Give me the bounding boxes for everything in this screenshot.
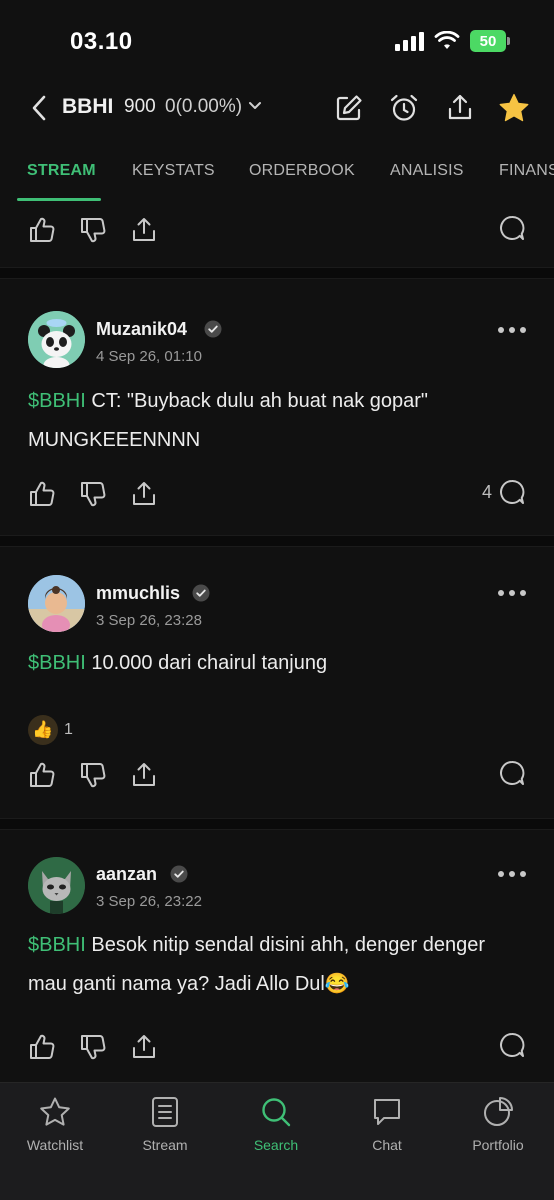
post-actions	[0, 210, 554, 250]
post-actions: 4	[0, 474, 554, 514]
cat-avatar-image	[28, 857, 85, 914]
verified-badge-icon	[204, 320, 222, 338]
thumbs-up-icon[interactable]	[28, 761, 56, 789]
ticker-symbol: BBHI	[62, 95, 114, 118]
battery-level: 50	[470, 30, 506, 52]
more-options-icon[interactable]	[498, 590, 526, 596]
share-icon[interactable]	[444, 92, 476, 124]
comment-icon[interactable]	[498, 1031, 526, 1059]
star-outline-icon	[40, 1097, 70, 1126]
stock-header: BBHI 900 0(0.00%)	[0, 84, 554, 134]
thumbs-down-icon[interactable]	[79, 216, 107, 244]
nav-chat[interactable]: Chat	[332, 1095, 442, 1153]
comment-icon[interactable]	[498, 478, 526, 506]
thumbs-up-reaction-icon: 👍	[28, 715, 58, 745]
nav-stream[interactable]: Stream	[110, 1095, 220, 1153]
post-timestamp: 3 Sep 26, 23:22	[96, 893, 202, 910]
more-options-icon[interactable]	[498, 327, 526, 333]
post-divider	[0, 267, 554, 279]
share-icon[interactable]	[130, 761, 158, 789]
active-tab-indicator	[17, 198, 101, 201]
nav-label: Stream	[142, 1137, 188, 1153]
thumbs-up-icon[interactable]	[28, 1033, 56, 1061]
tab-bar: STREAM KEYSTATS ORDERBOOK ANALISIS FINAN…	[0, 150, 554, 202]
more-options-icon[interactable]	[498, 871, 526, 877]
tab-finansial[interactable]: FINANSIAL	[499, 162, 554, 180]
tab-analisis[interactable]: ANALISIS	[390, 162, 464, 180]
post-text: 10.000 dari chairul tanjung	[85, 652, 328, 674]
nav-label: Search	[253, 1137, 299, 1153]
tab-keystats[interactable]: KEYSTATS	[132, 162, 215, 180]
chevron-down-icon[interactable]	[248, 98, 262, 114]
share-icon[interactable]	[130, 216, 158, 244]
thumbs-down-icon[interactable]	[79, 761, 107, 789]
comment-count: 4	[481, 481, 492, 502]
post-body: $BBHI CT: "Buyback dulu ah buat nak gopa…	[28, 382, 528, 460]
tab-stream[interactable]: STREAM	[27, 162, 96, 180]
post-text: CT: "Buyback dulu ah buat nak gopar" MUN…	[28, 390, 428, 451]
cashtag-link[interactable]: $BBHI	[28, 934, 86, 956]
cashtag-link[interactable]: $BBHI	[28, 652, 86, 674]
document-list-icon	[152, 1097, 178, 1127]
thumbs-up-icon[interactable]	[28, 480, 56, 508]
battery-icon: 50	[470, 30, 510, 52]
share-icon[interactable]	[130, 1033, 158, 1061]
thumbs-down-icon[interactable]	[79, 480, 107, 508]
stock-price: 900	[124, 96, 156, 117]
verified-badge-icon	[170, 865, 188, 883]
thumbs-up-icon[interactable]	[28, 216, 56, 244]
post-timestamp: 3 Sep 26, 23:28	[96, 612, 202, 629]
post-text: Besok nitip sendal disini ahh, denger de…	[28, 934, 485, 995]
nav-portfolio[interactable]: Portfolio	[443, 1095, 553, 1153]
reaction-count: 1	[64, 721, 73, 738]
post-actions	[0, 755, 554, 795]
avatar[interactable]	[28, 575, 85, 632]
cashtag-link[interactable]: $BBHI	[28, 390, 86, 412]
post-divider	[0, 818, 554, 830]
edit-icon[interactable]	[333, 92, 365, 124]
reaction-summary[interactable]: 👍 1	[28, 715, 73, 745]
comment-icon[interactable]	[498, 759, 526, 787]
post-body: $BBHI 10.000 dari chairul tanjung	[28, 644, 528, 683]
share-icon[interactable]	[130, 480, 158, 508]
post-card: aanzan 3 Sep 26, 23:22 $BBHI Besok nitip…	[0, 831, 554, 1082]
price-change: 0(0.00%)	[165, 96, 243, 117]
post-card: Muzanik04 4 Sep 26, 01:10 $BBHI CT: "Buy…	[0, 280, 554, 535]
post-username[interactable]: mmuchlis	[96, 583, 180, 604]
post-username[interactable]: aanzan	[96, 864, 157, 885]
post-body: $BBHI Besok nitip sendal disini ahh, den…	[28, 926, 528, 1004]
panda-avatar-image	[28, 311, 85, 368]
status-bar: 03.10 50	[0, 0, 554, 84]
back-icon[interactable]	[26, 92, 52, 124]
post-username[interactable]: Muzanik04	[96, 319, 187, 340]
verified-badge-icon	[192, 584, 210, 602]
post-actions	[0, 1027, 554, 1067]
wifi-icon	[434, 31, 460, 49]
nav-label: Chat	[372, 1137, 402, 1153]
nav-watchlist[interactable]: Watchlist	[0, 1095, 110, 1153]
pie-chart-icon	[484, 1097, 513, 1126]
cellular-signal-icon	[395, 31, 424, 51]
avatar[interactable]	[28, 857, 85, 914]
thumbs-down-icon[interactable]	[79, 1033, 107, 1061]
avatar[interactable]	[28, 311, 85, 368]
status-time: 03.10	[70, 28, 133, 55]
nav-search[interactable]: Search	[221, 1095, 331, 1153]
post-timestamp: 4 Sep 26, 01:10	[96, 348, 202, 365]
tab-orderbook[interactable]: ORDERBOOK	[249, 162, 355, 180]
bottom-navigation: Watchlist Stream Search Chat Portfolio	[0, 1082, 554, 1200]
search-icon	[262, 1098, 291, 1127]
child-photo-avatar-image	[28, 575, 85, 632]
star-favorite-icon[interactable]	[498, 92, 530, 124]
comment-icon[interactable]	[498, 214, 526, 242]
post-divider	[0, 535, 554, 547]
post-card: mmuchlis 3 Sep 26, 23:28 $BBHI 10.000 da…	[0, 548, 554, 818]
nav-label: Watchlist	[26, 1137, 84, 1153]
nav-label: Portfolio	[472, 1137, 524, 1153]
alarm-icon[interactable]	[388, 92, 420, 124]
chat-bubble-icon	[374, 1099, 400, 1125]
